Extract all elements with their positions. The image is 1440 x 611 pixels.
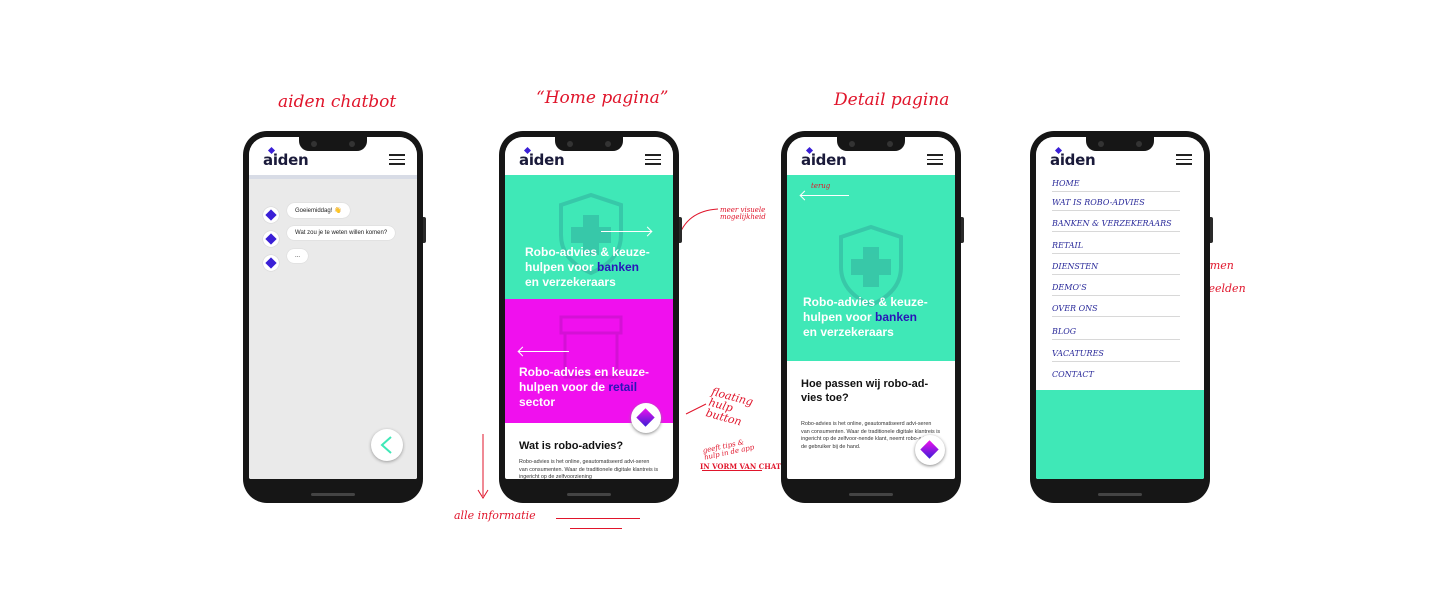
arrow-left-icon[interactable] [801,195,849,196]
bot-avatar-icon [263,255,279,271]
chatbot-screen: aiden Goeiemiddag! 👋 Wat zou je te weten… [249,137,417,479]
annotation-line [556,518,640,519]
note-chat: IN VORM VAN CHAT [700,462,782,471]
banken-title: Robo-advies & keuze- hulpen voor banken … [525,245,650,289]
note-alle: alle informatie [454,509,536,522]
hamburger-menu-icon[interactable] [645,154,661,165]
aiden-diamond-icon [636,408,655,427]
hamburger-menu-icon[interactable] [927,154,943,165]
chat-message: Goeiemiddag! 👋 [287,203,350,218]
banken-title: Robo-advies & keuze- hulpen voor banken … [803,295,928,339]
chat-message: ... [287,249,309,263]
phone-menu: aiden Home Wat is robo-advies Banken & v… [1030,131,1213,503]
note-meer: meer visuele mogelijkheid [720,206,766,221]
aiden-logo[interactable]: aiden [801,151,847,169]
section-title: Wat is robo-advies? [519,440,624,452]
aiden-diamond-icon [920,440,939,459]
chevron-left-icon [380,436,392,454]
phone-home: aiden Robo-advies & keuze- hulpen voor b… [499,131,682,503]
bot-avatar-icon [263,231,279,247]
phone-chatbot: aiden Goeiemiddag! 👋 Wat zou je te weten… [243,131,426,503]
aiden-logo[interactable]: aiden [1050,151,1096,169]
floating-help-button[interactable] [631,403,661,433]
down-arrow-annotation [477,434,489,499]
note-detail: Detail pagina [834,90,950,110]
aiden-logo[interactable]: aiden [519,151,565,169]
home-screen: aiden Robo-advies & keuze- hulpen voor b… [505,137,673,479]
back-button[interactable] [371,429,403,461]
section-title: Hoe passen wij robo-ad-vies toe? [801,378,929,404]
shield-icon [839,224,903,307]
menu-item-demos[interactable]: Demo's [1052,283,1180,296]
curve-annotation [677,208,719,240]
note-chatbot: aiden chatbot [278,92,397,112]
back-label[interactable]: terug [811,183,830,190]
menu-item-retail[interactable]: Retail [1052,241,1180,254]
note-tips: geeft tips & hulp in de app [701,438,755,462]
annotation-line [570,528,622,529]
arrow-annotation [685,403,707,415]
menu-item-blog[interactable]: Blog [1052,327,1180,340]
arrow-right-icon [601,231,651,232]
note-home: “Home pagina” [536,88,669,108]
banken-panel: terug Robo-advies & keuze- hulpen voor b… [787,175,955,361]
annotation-line [702,470,762,471]
menu-screen: aiden Home Wat is robo-advies Banken & v… [1036,137,1204,479]
green-footer [1036,390,1204,479]
aiden-logo[interactable]: aiden [263,151,309,169]
menu-item-banken[interactable]: Banken & verzekeraars [1052,219,1180,232]
floating-help-button[interactable] [915,435,945,465]
hamburger-menu-icon[interactable] [389,154,405,165]
section-text: Robo-advies is het online, geautomatisee… [519,459,659,479]
hamburger-menu-icon[interactable] [1176,154,1192,165]
phone-detail: aiden terug Robo-advies & keuze- hulpen … [781,131,964,503]
menu-item-contact[interactable]: Contact [1052,370,1180,382]
detail-screen: aiden terug Robo-advies & keuze- hulpen … [787,137,955,479]
menu-item-home[interactable]: Home [1052,179,1180,192]
banken-panel[interactable]: Robo-advies & keuze- hulpen voor banken … [505,175,673,299]
chat-message: Wat zou je te weten willen komen? [287,226,396,240]
menu-item-wat-is-robo-advies[interactable]: Wat is robo-advies [1052,198,1180,211]
menu-item-vacatures[interactable]: Vacatures [1052,349,1180,362]
menu-item-over-ons[interactable]: Over ons [1052,304,1180,317]
retail-title: Robo-advies en keuze- hulpen voor de ret… [519,365,650,409]
arrow-left-icon [519,351,569,352]
note-floating: floating hulp button [704,385,755,429]
menu-item-diensten[interactable]: Diensten [1052,262,1180,275]
bot-avatar-icon [263,207,279,223]
